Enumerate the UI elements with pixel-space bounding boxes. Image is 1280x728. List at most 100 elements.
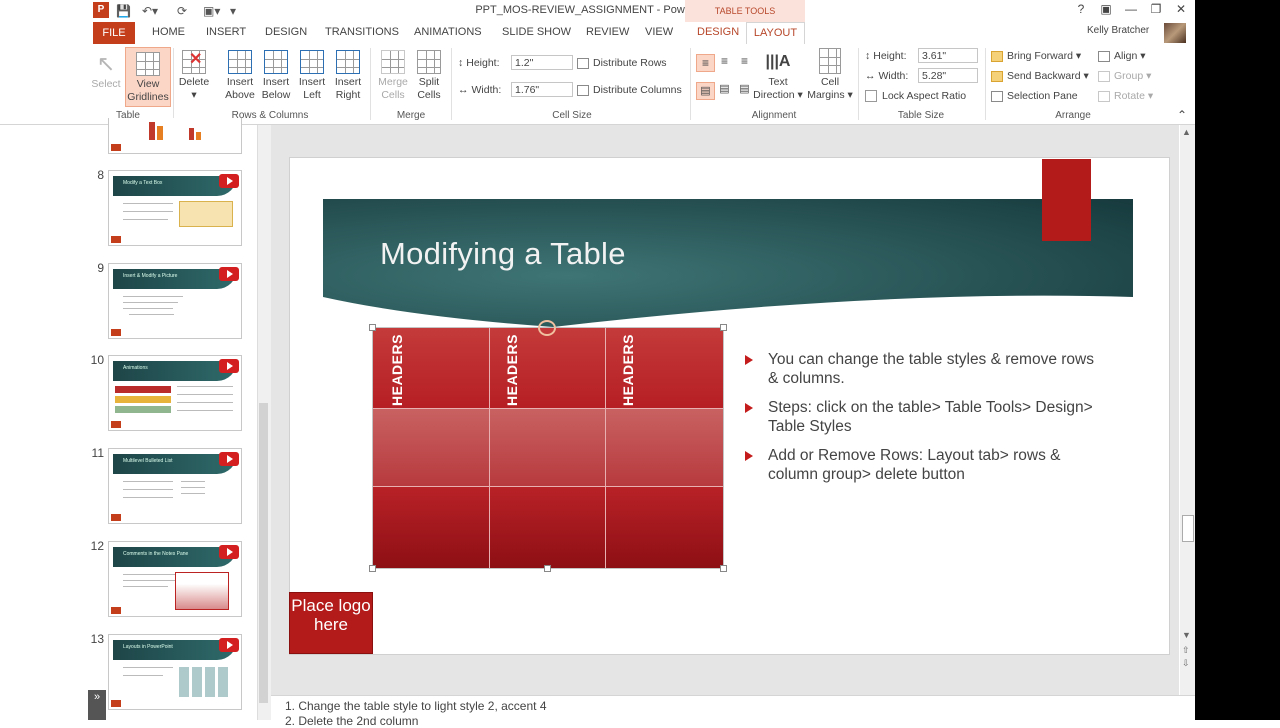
delete-button[interactable]: ✕ Delete ▾ <box>176 50 212 102</box>
tab-design[interactable]: DESIGN <box>263 22 309 43</box>
tab-table-design[interactable]: DESIGN <box>695 22 741 43</box>
previous-slide-icon[interactable]: ⇧ <box>1182 645 1190 656</box>
ribbon-display-options-icon[interactable]: ▣ <box>1095 2 1117 16</box>
slide-table[interactable]: HEADERS HEADERS HEADERS <box>372 327 724 569</box>
cell-margins-button[interactable]: Cell Margins ▾ <box>806 48 854 102</box>
rotate-button[interactable]: Rotate ▾ <box>1098 87 1153 105</box>
send-backward-button[interactable]: Send Backward ▾ <box>991 67 1089 85</box>
tab-animations[interactable]: ANIMATIONS <box>412 22 484 43</box>
slide-thumbnail-13[interactable]: Layouts in PowerPoint <box>108 634 242 710</box>
lock-aspect-ratio-checkbox[interactable]: Lock Aspect Ratio <box>865 87 966 105</box>
insert-below-button[interactable]: Insert Below <box>258 50 294 102</box>
insert-left-button[interactable]: Insert Left <box>294 50 330 102</box>
slide-thumbnail-9[interactable]: Insert & Modify a Picture <box>108 263 242 339</box>
align-right-icon[interactable]: ≡ <box>736 54 753 70</box>
split-cells-icon <box>417 50 441 74</box>
bring-forward-button[interactable]: Bring Forward ▾ <box>991 47 1081 65</box>
tab-slide-show[interactable]: SLIDE SHOW <box>500 22 573 43</box>
tab-home[interactable]: HOME <box>150 22 187 43</box>
table-header-row[interactable] <box>373 328 723 408</box>
align-left-button[interactable]: ≡ <box>696 54 715 72</box>
resize-handle[interactable] <box>720 565 727 572</box>
bullet-list[interactable]: You can change the table styles & remove… <box>745 350 1105 494</box>
selection-pane-button[interactable]: Selection Pane <box>991 87 1078 105</box>
center-vertically-icon[interactable]: ▤ <box>716 82 733 98</box>
table-row[interactable] <box>373 486 723 568</box>
cell-height-row: ↕ Height: <box>458 54 500 72</box>
close-icon[interactable]: ✕ <box>1170 2 1192 16</box>
align-bottom-icon[interactable]: ▤ <box>736 82 753 98</box>
tab-insert[interactable]: INSERT <box>204 22 248 43</box>
bullet-item[interactable]: Add or Remove Rows: Layout tab> rows & c… <box>745 446 1105 484</box>
slide-number: 8 <box>97 168 104 182</box>
resize-handle[interactable] <box>544 565 551 572</box>
tab-table-layout[interactable]: LAYOUT <box>746 22 805 45</box>
split-cells-button[interactable]: Split Cells <box>411 50 447 102</box>
cell-height-input[interactable]: 1.2" <box>511 55 573 70</box>
avatar[interactable] <box>1164 23 1186 43</box>
merge-group-label: Merge <box>396 110 426 121</box>
rotate-handle-icon[interactable] <box>538 320 556 336</box>
slide-title[interactable]: Modifying a Table <box>380 236 626 272</box>
distribute-columns-button[interactable]: Distribute Columns <box>577 81 682 99</box>
cursor-icon: ↖ <box>96 51 116 76</box>
collapse-ribbon-icon[interactable]: ⌃ <box>1177 108 1187 122</box>
table-height-input[interactable]: 3.61" <box>918 48 978 63</box>
next-slide-icon[interactable]: ⇩ <box>1182 658 1190 669</box>
table-height-icon: ↕ <box>865 50 871 62</box>
tab-transitions[interactable]: TRANSITIONS <box>323 22 401 43</box>
merge-cells-button[interactable]: Merge Cells <box>374 50 412 102</box>
slide-scrollbar[interactable] <box>1180 125 1195 695</box>
resize-handle[interactable] <box>369 565 376 572</box>
video-icon <box>219 638 239 652</box>
scroll-up-icon[interactable]: ▲ <box>1182 127 1191 137</box>
slide-thumbnail-12[interactable]: Comments in the Notes Pane <box>108 541 242 617</box>
slide-thumbnail-8[interactable]: Modify a Text Box <box>108 170 242 246</box>
tab-review[interactable]: REVIEW <box>584 22 631 43</box>
insert-above-button[interactable]: Insert Above <box>222 50 258 102</box>
table-header-cell[interactable]: HEADERS <box>504 334 520 406</box>
notes-line[interactable]: 1. Change the table style to light style… <box>285 699 547 713</box>
table-size-group-label: Table Size <box>897 110 945 121</box>
text-direction-button[interactable]: |||A Text Direction ▾ <box>752 48 804 102</box>
bullet-item[interactable]: You can change the table styles & remove… <box>745 350 1105 388</box>
align-top-button[interactable]: ▤ <box>696 82 715 100</box>
cell-width-input[interactable]: 1.76" <box>511 82 573 97</box>
align-top-icon: ▤ <box>700 85 711 97</box>
thumbnail-title: Insert & Modify a Picture <box>123 273 178 279</box>
thumbnail-scrollbar-thumb[interactable] <box>259 403 268 703</box>
scroll-down-icon[interactable]: ▼ <box>1182 630 1191 640</box>
distribute-rows-button[interactable]: Distribute Rows <box>577 54 667 72</box>
slide-thumbnail-11[interactable]: Multilevel Bulleted List <box>108 448 242 524</box>
insert-right-button[interactable]: Insert Right <box>330 50 366 102</box>
resize-handle[interactable] <box>720 324 727 331</box>
slide-scrollbar-thumb[interactable] <box>1182 515 1194 542</box>
table-header-cell[interactable]: HEADERS <box>620 334 636 406</box>
help-icon[interactable]: ? <box>1070 2 1092 16</box>
group-button[interactable]: Group ▾ <box>1098 67 1151 85</box>
align-button[interactable]: Align ▾ <box>1098 47 1146 65</box>
table-width-input[interactable]: 5.28" <box>918 68 978 83</box>
tab-file[interactable]: FILE <box>93 22 135 44</box>
slide-thumbnail-7[interactable] <box>108 118 242 154</box>
logo-placeholder[interactable]: Place logo here <box>289 592 373 654</box>
notes-line[interactable]: 2. Delete the 2nd column <box>285 714 418 728</box>
slide-thumbnail-10[interactable]: Animations <box>108 355 242 431</box>
group-divider <box>451 48 452 120</box>
notes-pane[interactable]: 1. Change the table style to light style… <box>271 695 1195 728</box>
table-header-cell[interactable]: HEADERS <box>389 334 405 406</box>
table-row[interactable] <box>373 408 723 486</box>
expand-panel-icon[interactable]: » <box>88 690 106 720</box>
minimize-icon[interactable]: — <box>1120 2 1142 16</box>
resize-handle[interactable] <box>369 324 376 331</box>
checkbox-icon <box>865 90 877 102</box>
select-button[interactable]: ↖ Select <box>89 50 123 91</box>
table-height-label: Height: <box>873 50 907 62</box>
restore-icon[interactable]: ❐ <box>1145 2 1167 16</box>
view-gridlines-button[interactable]: View Gridlines <box>125 47 171 107</box>
user-name[interactable]: Kelly Bratcher <box>1087 25 1149 36</box>
center-align-icon[interactable]: ≡ <box>716 54 733 70</box>
bullet-item[interactable]: Steps: click on the table> Table Tools> … <box>745 398 1105 436</box>
tab-view[interactable]: VIEW <box>643 22 675 43</box>
thumbnail-title: Multilevel Bulleted List <box>123 458 173 464</box>
